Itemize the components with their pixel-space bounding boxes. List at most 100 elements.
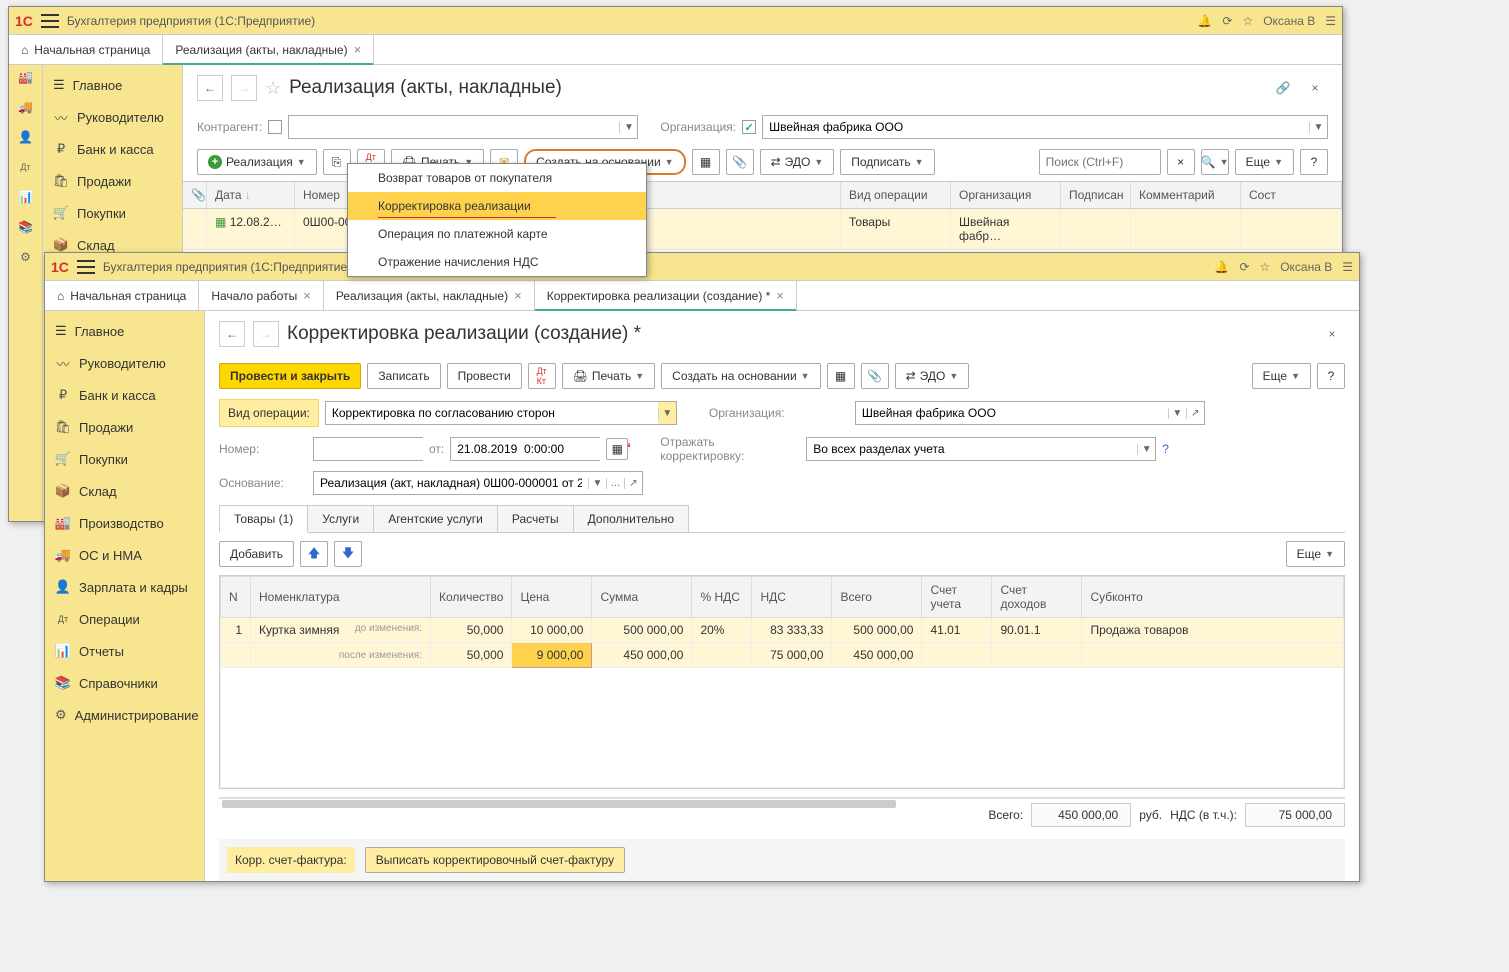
help-button[interactable]: ? — [1300, 149, 1328, 175]
sidebar-item[interactable]: ₽Банк и касса — [45, 379, 204, 411]
menu-icon[interactable] — [77, 260, 95, 274]
edo-button[interactable]: ⇄ЭДО▼ — [760, 149, 835, 175]
tab-home[interactable]: ⌂Начальная страница — [45, 281, 199, 310]
attach-button[interactable]: 📎 — [861, 363, 889, 389]
dropdown-icon[interactable]: ▼ — [658, 408, 676, 419]
clear-search-button[interactable]: × — [1167, 149, 1195, 175]
col-state[interactable]: Сост — [1241, 182, 1342, 208]
user-menu-icon[interactable]: ☰ — [1325, 14, 1336, 28]
col-signed[interactable]: Подписан — [1061, 182, 1131, 208]
back-button[interactable]: ← — [219, 321, 245, 347]
slim-item[interactable]: 📚 — [18, 219, 34, 235]
add-button[interactable]: Добавить — [219, 541, 294, 567]
post-button[interactable]: Провести — [447, 363, 522, 389]
dropdown-icon[interactable]: ▼ — [1168, 408, 1186, 419]
star-icon[interactable]: ☆ — [1242, 14, 1253, 28]
tab-extra[interactable]: Дополнительно — [573, 505, 689, 532]
sidebar-item[interactable]: 🚚ОС и НМА — [45, 539, 204, 571]
close-icon[interactable]: × — [303, 288, 311, 303]
forward-button[interactable]: → — [231, 75, 257, 101]
dropdown-icon[interactable]: ▼ — [1137, 444, 1155, 455]
history-icon[interactable]: ⟳ — [1222, 14, 1232, 28]
print-button[interactable]: 🖨Печать▼ — [562, 363, 655, 389]
col-comment[interactable]: Комментарий — [1131, 182, 1241, 208]
write-corrective-button[interactable]: Выписать корректировочный счет-фактуру — [365, 847, 625, 873]
close-icon[interactable]: × — [776, 288, 784, 303]
col-date[interactable]: Дата ↓ — [207, 182, 295, 208]
struct-button[interactable]: ▦ — [827, 363, 855, 389]
dtkt-button[interactable]: ДтКт — [528, 363, 556, 389]
help-link[interactable]: ? — [1162, 442, 1169, 456]
more-button[interactable]: Еще▼ — [1235, 149, 1294, 175]
user-menu-icon[interactable]: ☰ — [1342, 260, 1353, 274]
tab-start[interactable]: Начало работы× — [199, 281, 324, 310]
struct-button[interactable]: ▦ — [692, 149, 720, 175]
sidebar-item[interactable]: 🏭Производство — [45, 507, 204, 539]
number-input[interactable] — [313, 437, 423, 461]
slim-item[interactable]: 👤 — [18, 129, 34, 145]
post-close-button[interactable]: Провести и закрыть — [219, 363, 361, 389]
dropdown-icon[interactable]: ▼ — [1309, 122, 1327, 133]
star-icon[interactable]: ☆ — [1259, 260, 1270, 274]
menu-item-card-op[interactable]: Операция по платежной карте — [348, 220, 646, 248]
slim-item[interactable]: 📊 — [18, 189, 34, 205]
move-up-button[interactable]: 🡅 — [300, 541, 328, 567]
sidebar-item[interactable]: ₽Банк и касса — [43, 133, 182, 165]
col-optype[interactable]: Вид операции — [841, 182, 951, 208]
open-icon[interactable]: ↗ — [624, 478, 642, 489]
search-input[interactable] — [1039, 149, 1161, 175]
realization-button[interactable]: +Реализация▼ — [197, 149, 317, 175]
slim-item[interactable]: 🏭 — [18, 69, 34, 85]
dropdown-icon[interactable]: ▼ — [588, 478, 606, 489]
table-more-button[interactable]: Еще▼ — [1286, 541, 1345, 567]
close-icon[interactable]: × — [354, 42, 362, 57]
sidebar-item[interactable]: ☰Главное — [45, 315, 204, 347]
tab-goods[interactable]: Товары (1) — [219, 505, 308, 533]
org-combo[interactable]: ▼↗ — [855, 401, 1205, 425]
counterparty-combo[interactable]: ▼ — [288, 115, 638, 139]
link-icon[interactable]: 🔗 — [1270, 75, 1296, 101]
ellipsis-icon[interactable]: … — [606, 478, 624, 489]
user-name[interactable]: Оксана В — [1263, 14, 1315, 28]
sidebar-item[interactable]: 〰Руководителю — [45, 347, 204, 379]
org-combo[interactable]: ▼ — [762, 115, 1328, 139]
tab-calc[interactable]: Расчеты — [497, 505, 574, 532]
table-row-after[interactable]: после изменения: 50,000 9 000,00 450 000… — [221, 643, 1344, 668]
org-checkbox[interactable] — [742, 120, 756, 134]
bell-icon[interactable]: 🔔 — [1214, 260, 1229, 274]
help-button[interactable]: ? — [1317, 363, 1345, 389]
sidebar-item[interactable]: 👤Зарплата и кадры — [45, 571, 204, 603]
record-button[interactable]: Записать — [367, 363, 440, 389]
calendar-button[interactable]: ▦ — [606, 438, 628, 460]
tab-correction[interactable]: Корректировка реализации (создание) *× — [535, 281, 797, 310]
tab-realization[interactable]: Реализация (акты, накладные)× — [324, 281, 535, 310]
sidebar-item[interactable]: ДтОперации — [45, 603, 204, 635]
more-button[interactable]: Еще▼ — [1252, 363, 1311, 389]
horizontal-scrollbar[interactable] — [219, 797, 1345, 799]
sidebar-item[interactable]: 📦Склад — [45, 475, 204, 507]
dropdown-icon[interactable]: ▼ — [619, 122, 637, 133]
slim-item[interactable]: Дт — [18, 159, 34, 175]
tab-agent[interactable]: Агентские услуги — [373, 505, 498, 532]
sidebar-item[interactable]: 🛍Продажи — [45, 411, 204, 443]
date-input[interactable]: 📅 — [450, 437, 600, 461]
create-based-button[interactable]: Создать на основании▼ — [661, 363, 820, 389]
col-attach[interactable]: 📎 — [183, 182, 207, 208]
sign-button[interactable]: Подписать▼ — [840, 149, 934, 175]
col-org[interactable]: Организация — [951, 182, 1061, 208]
sidebar-item[interactable]: 📊Отчеты — [45, 635, 204, 667]
optype-combo[interactable]: ▼ — [325, 401, 677, 425]
forward-button[interactable]: → — [253, 321, 279, 347]
sidebar-item[interactable]: 〰Руководителю — [43, 101, 182, 133]
sidebar-item[interactable]: 🛒Покупки — [43, 197, 182, 229]
menu-item-correction[interactable]: Корректировка реализации — [348, 192, 646, 220]
back-button[interactable]: ← — [197, 75, 223, 101]
table-row-before[interactable]: 1 Куртка зимняя до изменения: 50,000 10 … — [221, 618, 1344, 643]
attach-button[interactable]: 📎 — [726, 149, 754, 175]
close-icon[interactable]: × — [1319, 321, 1345, 347]
price-cell-edited[interactable]: 9 000,00 — [512, 643, 592, 668]
user-name[interactable]: Оксана В — [1280, 260, 1332, 274]
open-icon[interactable]: ↗ — [1186, 408, 1204, 419]
history-icon[interactable]: ⟳ — [1239, 260, 1249, 274]
favorite-icon[interactable]: ☆ — [265, 78, 281, 99]
